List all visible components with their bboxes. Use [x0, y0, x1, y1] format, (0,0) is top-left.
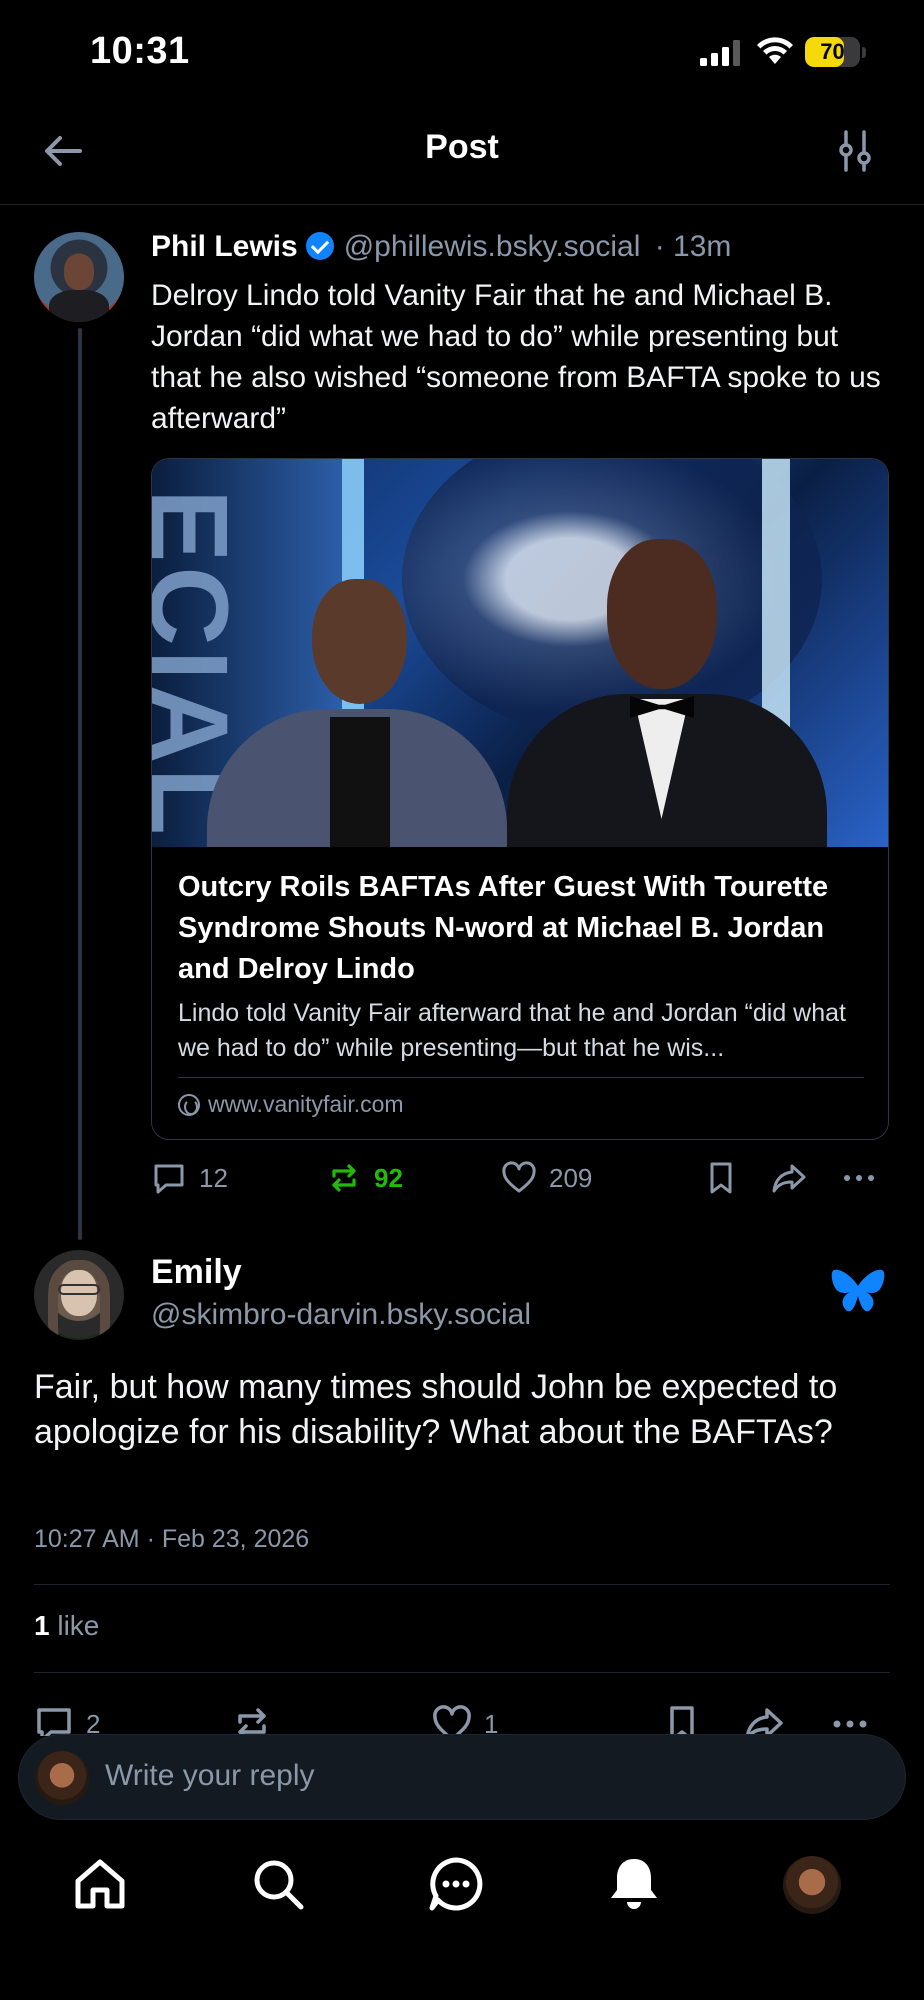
- post-text: Fair, but how many times should John be …: [34, 1368, 838, 1451]
- tab-search[interactable]: [248, 1854, 308, 1914]
- reply-icon: [37, 1708, 71, 1736]
- likes-summary[interactable]: 1 like: [34, 1610, 99, 1642]
- heart-icon: [502, 1161, 536, 1193]
- repost-count: 92: [374, 1162, 403, 1193]
- link-card-image: ECIAL W: [152, 459, 888, 847]
- bookmark-icon: [710, 1162, 732, 1194]
- reply-count: 12: [199, 1162, 228, 1193]
- home-icon: [75, 1859, 125, 1909]
- tab-profile-avatar[interactable]: [783, 1856, 841, 1914]
- divider: [34, 1584, 890, 1585]
- author-name[interactable]: Emily: [151, 1253, 242, 1292]
- link-card-title: Outcry Roils BAFTAs After Guest With Tou…: [178, 871, 829, 985]
- post-actions: 12 92 209: [151, 1160, 891, 1210]
- author-handle[interactable]: @skimbro-darvin.bsky.social: [151, 1298, 531, 1332]
- avatar: [35, 1751, 89, 1805]
- search-icon: [254, 1860, 304, 1910]
- butterfly-icon: [831, 1269, 885, 1312]
- verified-badge-icon: [305, 232, 334, 260]
- link-card-description: Lindo told Vanity Fair afterward that he…: [178, 999, 846, 1062]
- repost-icon: [238, 1708, 266, 1736]
- share-button[interactable]: [771, 1160, 807, 1196]
- more-button[interactable]: [841, 1160, 877, 1196]
- more-button[interactable]: [830, 1704, 870, 1736]
- wifi-icon: [757, 37, 793, 64]
- repost-button[interactable]: [232, 1704, 272, 1736]
- like-button[interactable]: 209: [501, 1160, 592, 1196]
- post-time-ago: · 13m: [654, 230, 732, 263]
- post-timestamp: 10:27 AM · Feb 23, 2026: [34, 1525, 310, 1553]
- repost-button[interactable]: 92: [326, 1160, 403, 1196]
- like-count: 1: [484, 1708, 499, 1737]
- cellular-signal-icon: [700, 40, 740, 66]
- post-actions: 2 1: [34, 1700, 890, 1736]
- reply-placeholder: Write your reply: [105, 1759, 315, 1792]
- link-card-domain: www.vanityfair.com: [178, 1091, 404, 1118]
- status-time: 10:31: [90, 30, 190, 72]
- bookmark-button[interactable]: [703, 1160, 739, 1196]
- post-author-line: Phil Lewis @phillewis.bsky.social · 13m: [151, 230, 731, 264]
- chat-icon: [429, 1857, 483, 1911]
- thread-line: [78, 328, 82, 1240]
- author-name[interactable]: Phil Lewis: [151, 230, 298, 263]
- reply-button[interactable]: 12: [151, 1160, 228, 1196]
- divider: [178, 1077, 864, 1078]
- page-header: Post: [0, 100, 924, 205]
- reply-icon: [154, 1164, 184, 1194]
- tab-chat[interactable]: [426, 1854, 486, 1914]
- post-text: Delroy Lindo told Vanity Fair that he an…: [151, 279, 881, 435]
- like-count: 209: [549, 1162, 593, 1193]
- share-button[interactable]: [744, 1704, 784, 1736]
- page-title: Post: [425, 128, 499, 166]
- reply-input[interactable]: Write your reply: [18, 1734, 906, 1820]
- share-icon: [772, 1164, 806, 1193]
- repost-icon: [332, 1164, 356, 1192]
- globe-icon: [178, 1093, 200, 1116]
- avatar[interactable]: [34, 232, 124, 322]
- reply-button[interactable]: 2: [34, 1704, 100, 1736]
- likes-label: like: [49, 1610, 100, 1641]
- tab-notifications[interactable]: [604, 1854, 664, 1914]
- tab-home[interactable]: [70, 1854, 130, 1914]
- bookmark-icon: [670, 1706, 694, 1736]
- bookmark-button[interactable]: [662, 1704, 702, 1736]
- heart-icon: [433, 1705, 471, 1736]
- avatar[interactable]: [34, 1250, 124, 1340]
- link-card[interactable]: ECIAL W Outcry Roils BAFTAs After Guest …: [151, 458, 889, 1140]
- more-icon: [844, 1175, 874, 1181]
- more-icon: [833, 1720, 867, 1728]
- share-icon: [745, 1708, 783, 1736]
- author-handle[interactable]: @phillewis.bsky.social: [344, 230, 641, 263]
- battery-icon: 70: [805, 37, 866, 67]
- sliders-icon[interactable]: [830, 126, 880, 176]
- status-bar: 10:31 70: [0, 0, 924, 100]
- tab-bar: [0, 1840, 924, 2000]
- likes-count: 1: [34, 1610, 50, 1641]
- like-button[interactable]: 1: [432, 1704, 498, 1736]
- divider: [34, 1672, 890, 1673]
- reply-count: 2: [86, 1708, 101, 1737]
- domain-text: www.vanityfair.com: [208, 1091, 404, 1117]
- battery-level: 70: [820, 39, 845, 64]
- bell-icon: [611, 1859, 657, 1909]
